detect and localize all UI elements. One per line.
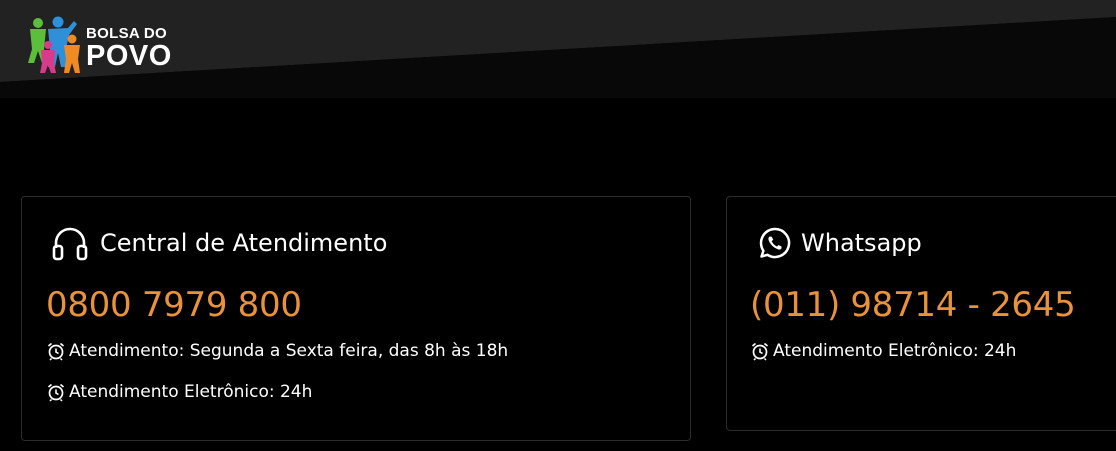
whatsapp-info-line-electronic-text: Atendimento Eletrônico: 24h — [773, 341, 1017, 361]
alarm-clock-icon — [47, 342, 65, 361]
central-atendimento-title: Central de Atendimento — [50, 223, 387, 263]
whatsapp-title-text: Whatsapp — [801, 229, 922, 257]
central-phone-number[interactable]: 0800 7979 800 — [46, 285, 302, 325]
central-info-line-electronic: Atendimento Eletrônico: 24h — [46, 382, 312, 402]
whatsapp-card: Whatsapp (011) 98714 - 2645 Atendimento … — [726, 196, 1116, 431]
whatsapp-info-line-electronic: Atendimento Eletrônico: 24h — [750, 341, 1016, 361]
headphones-icon — [50, 223, 90, 263]
central-info-line-hours: Atendimento: Segunda a Sexta feira, das … — [46, 341, 508, 361]
central-info-line-hours-text: Atendimento: Segunda a Sexta feira, das … — [69, 341, 509, 361]
family-figures-icon — [28, 16, 80, 73]
whatsapp-icon — [757, 223, 793, 263]
logo-wordmark: BOLSA DO POVO — [86, 20, 172, 71]
bolsa-do-povo-logo[interactable]: BOLSA DO POVO — [28, 14, 188, 76]
alarm-clock-icon — [47, 383, 65, 402]
whatsapp-title: Whatsapp — [757, 223, 922, 263]
logo-line-2: POVO — [86, 39, 172, 72]
central-info-line-electronic-text: Atendimento Eletrônico: 24h — [69, 382, 313, 402]
alarm-clock-icon — [751, 342, 769, 361]
central-atendimento-title-text: Central de Atendimento — [100, 229, 388, 257]
central-atendimento-card: Central de Atendimento 0800 7979 800 Ate… — [21, 196, 691, 441]
whatsapp-phone-number[interactable]: (011) 98714 - 2645 — [750, 285, 1076, 325]
page: BOLSA DO POVO Central de Atendimento 080… — [0, 0, 1116, 451]
logo-line-1: BOLSA DO — [86, 24, 168, 42]
